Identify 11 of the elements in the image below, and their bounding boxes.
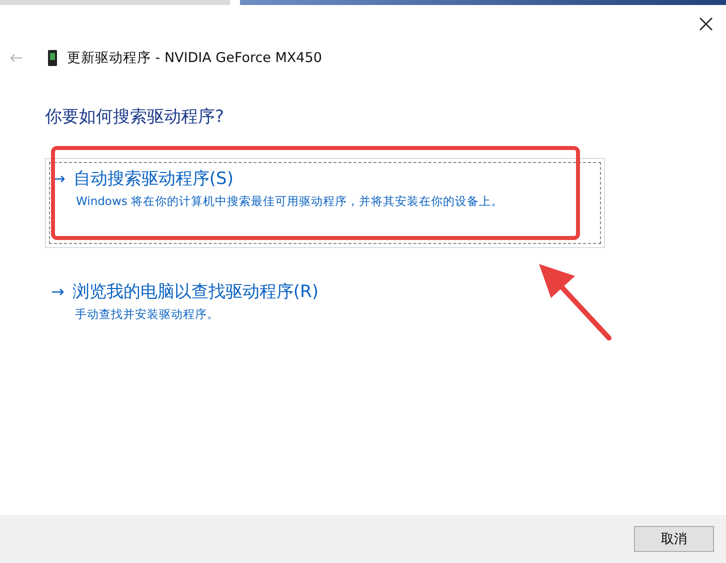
arrow-icon: → bbox=[51, 282, 64, 301]
search-option[interactable]: → 浏览我的电脑以查找驱动程序(R) 手动查找并安装驱动程序。 bbox=[45, 272, 605, 350]
cancel-button[interactable]: 取消 bbox=[634, 526, 714, 552]
option-description: 手动查找并安装驱动程序。 bbox=[75, 307, 220, 322]
graphics-card-icon bbox=[48, 50, 57, 66]
heading: 你要如何搜索驱动程序? bbox=[45, 106, 226, 128]
option-title: 自动搜索驱动程序(S) bbox=[73, 168, 234, 190]
window-title: 更新驱动程序 - NVIDIA GeForce MX450 bbox=[67, 49, 322, 67]
option-description: Windows 将在你的计算机中搜索最佳可用驱动程序，并将其安装在你的设备上。 bbox=[76, 194, 504, 209]
option-title: 浏览我的电脑以查找驱动程序(R) bbox=[72, 281, 318, 303]
close-icon[interactable] bbox=[698, 16, 714, 32]
